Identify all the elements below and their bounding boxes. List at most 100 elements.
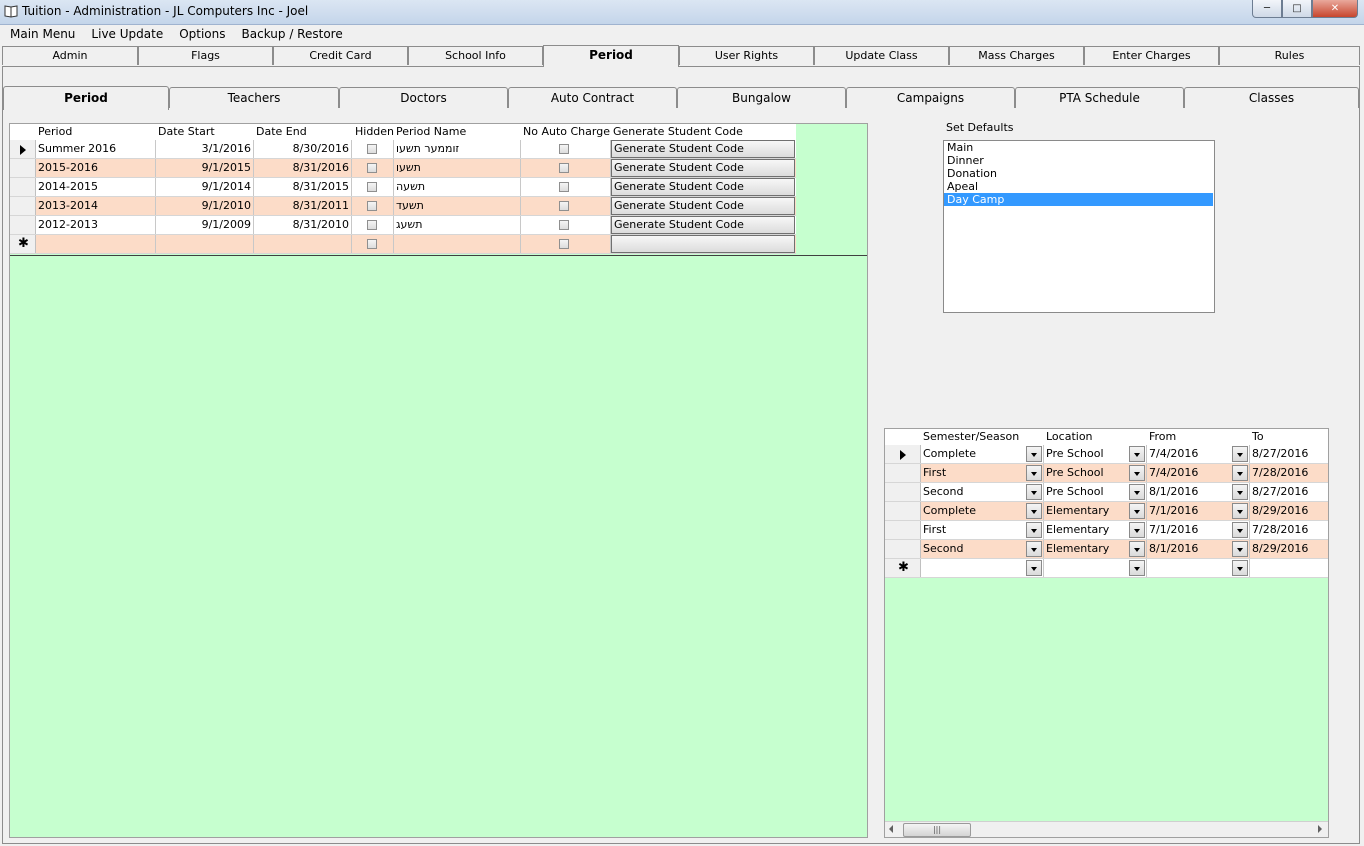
to-combo[interactable]: 8/29/2016 bbox=[1250, 502, 1328, 520]
subtab-doctors[interactable]: Doctors bbox=[339, 87, 508, 108]
hidden-checkbox[interactable] bbox=[367, 144, 377, 154]
generate-student-code-button[interactable]: Generate Student Code bbox=[611, 216, 795, 234]
semester-combo[interactable]: First bbox=[921, 464, 1044, 482]
to-combo[interactable] bbox=[1250, 559, 1328, 577]
location-combo[interactable]: Pre School bbox=[1044, 483, 1147, 501]
table-row[interactable]: Complete Elementary 7/1/2016 8/29/2016 bbox=[885, 502, 1328, 521]
semester-combo[interactable]: Second bbox=[921, 483, 1044, 501]
from-combo[interactable]: 7/4/2016 bbox=[1147, 445, 1250, 463]
chevron-down-icon[interactable] bbox=[1232, 446, 1248, 462]
row-selector[interactable] bbox=[10, 197, 36, 215]
table-row[interactable]: First Pre School 7/4/2016 7/28/2016 bbox=[885, 464, 1328, 483]
to-combo[interactable]: 7/28/2016 bbox=[1250, 464, 1328, 482]
cell-date-end[interactable]: 8/31/2015 bbox=[254, 178, 352, 196]
chevron-down-icon[interactable] bbox=[1129, 484, 1145, 500]
generate-student-code-button[interactable]: Generate Student Code bbox=[611, 159, 795, 177]
cell-date-start[interactable]: 9/1/2015 bbox=[156, 159, 254, 177]
subtab-period[interactable]: Period bbox=[3, 86, 169, 110]
cell-date-start[interactable]: 3/1/2016 bbox=[156, 140, 254, 158]
list-item[interactable]: Apeal bbox=[944, 180, 1214, 193]
scroll-thumb[interactable]: ||| bbox=[903, 823, 971, 837]
hidden-checkbox[interactable] bbox=[367, 163, 377, 173]
subtab-pta-schedule[interactable]: PTA Schedule bbox=[1015, 87, 1184, 108]
cell-date-end[interactable]: 8/30/2016 bbox=[254, 140, 352, 158]
table-row[interactable]: Complete Pre School 7/4/2016 8/27/2016 bbox=[885, 445, 1328, 464]
scroll-right-icon[interactable] bbox=[1318, 825, 1322, 833]
tab-admin[interactable]: Admin bbox=[2, 46, 138, 65]
to-combo[interactable]: 8/27/2016 bbox=[1250, 483, 1328, 501]
menu-main-menu[interactable]: Main Menu bbox=[0, 25, 82, 44]
cell-date-start[interactable]: 9/1/2009 bbox=[156, 216, 254, 234]
no-auto-charge-checkbox[interactable] bbox=[559, 220, 569, 230]
cell-period[interactable] bbox=[36, 235, 156, 253]
no-auto-charge-checkbox[interactable] bbox=[559, 201, 569, 211]
location-combo[interactable]: Pre School bbox=[1044, 445, 1147, 463]
semester-combo[interactable]: Complete bbox=[921, 445, 1044, 463]
cell-period[interactable]: 2015-2016 bbox=[36, 159, 156, 177]
chevron-down-icon[interactable] bbox=[1129, 446, 1145, 462]
semester-combo[interactable]: First bbox=[921, 521, 1044, 539]
menu-options[interactable]: Options bbox=[170, 25, 232, 44]
column-header-generate-student-code[interactable]: Generate Student Code bbox=[613, 125, 743, 138]
cell-period[interactable]: 2012-2013 bbox=[36, 216, 156, 234]
no-auto-charge-checkbox[interactable] bbox=[559, 144, 569, 154]
cell-period-name[interactable]: תשעג bbox=[394, 216, 521, 234]
semester-combo[interactable]: Complete bbox=[921, 502, 1044, 520]
from-combo[interactable]: 7/4/2016 bbox=[1147, 464, 1250, 482]
semester-combo[interactable] bbox=[921, 559, 1044, 577]
row-selector[interactable] bbox=[885, 540, 921, 558]
cell-period-name[interactable]: זוממער תשעו bbox=[394, 140, 521, 158]
cell-period[interactable]: Summer 2016 bbox=[36, 140, 156, 158]
chevron-down-icon[interactable] bbox=[1129, 541, 1145, 557]
hidden-checkbox[interactable] bbox=[367, 239, 377, 249]
list-item[interactable]: Main bbox=[944, 141, 1214, 154]
tab-flags[interactable]: Flags bbox=[138, 46, 273, 65]
subtab-auto-contract[interactable]: Auto Contract bbox=[508, 87, 677, 108]
column-header-to[interactable]: To bbox=[1252, 430, 1264, 443]
table-row[interactable]: First Elementary 7/1/2016 7/28/2016 bbox=[885, 521, 1328, 540]
list-item[interactable]: Dinner bbox=[944, 154, 1214, 167]
cell-date-start[interactable]: 9/1/2010 bbox=[156, 197, 254, 215]
to-combo[interactable]: 8/27/2016 bbox=[1250, 445, 1328, 463]
chevron-down-icon[interactable] bbox=[1026, 465, 1042, 481]
tab-school-info[interactable]: School Info bbox=[408, 46, 543, 65]
row-selector[interactable] bbox=[885, 502, 921, 520]
column-header-period-name[interactable]: Period Name bbox=[396, 125, 466, 138]
chevron-down-icon[interactable] bbox=[1129, 560, 1145, 576]
location-combo[interactable]: Elementary bbox=[1044, 521, 1147, 539]
location-combo[interactable]: Elementary bbox=[1044, 502, 1147, 520]
column-header-date-end[interactable]: Date End bbox=[256, 125, 307, 138]
set-defaults-listbox[interactable]: Main Dinner Donation Apeal Day Camp bbox=[943, 140, 1215, 313]
tab-credit-card[interactable]: Credit Card bbox=[273, 46, 408, 65]
chevron-down-icon[interactable] bbox=[1026, 484, 1042, 500]
table-row[interactable]: 2012-2013 9/1/2009 8/31/2010 תשעג Genera… bbox=[10, 216, 796, 235]
row-selector[interactable] bbox=[10, 159, 36, 177]
generate-student-code-button[interactable]: Generate Student Code bbox=[611, 140, 795, 158]
row-selector[interactable] bbox=[885, 483, 921, 501]
cell-date-start[interactable] bbox=[156, 235, 254, 253]
generate-student-code-button[interactable]: Generate Student Code bbox=[611, 197, 795, 215]
cell-period[interactable]: 2014-2015 bbox=[36, 178, 156, 196]
tab-period[interactable]: Period bbox=[543, 45, 679, 67]
cell-date-end[interactable]: 8/31/2010 bbox=[254, 216, 352, 234]
cell-date-end[interactable]: 8/31/2011 bbox=[254, 197, 352, 215]
minimize-icon[interactable]: ─ bbox=[1252, 0, 1282, 18]
row-selector[interactable] bbox=[10, 140, 36, 158]
no-auto-charge-checkbox[interactable] bbox=[559, 163, 569, 173]
subtab-bungalow[interactable]: Bungalow bbox=[677, 87, 846, 108]
row-selector[interactable] bbox=[885, 464, 921, 482]
chevron-down-icon[interactable] bbox=[1026, 541, 1042, 557]
hidden-checkbox[interactable] bbox=[367, 182, 377, 192]
table-row[interactable]: Summer 2016 3/1/2016 8/30/2016 זוממער תש… bbox=[10, 140, 796, 159]
cell-date-end[interactable] bbox=[254, 235, 352, 253]
close-icon[interactable]: ✕ bbox=[1312, 0, 1358, 18]
no-auto-charge-checkbox[interactable] bbox=[559, 239, 569, 249]
horizontal-scrollbar[interactable]: ||| bbox=[885, 821, 1328, 837]
column-header-semester[interactable]: Semester/Season bbox=[923, 430, 1019, 443]
to-combo[interactable]: 8/29/2016 bbox=[1250, 540, 1328, 558]
chevron-down-icon[interactable] bbox=[1026, 503, 1042, 519]
column-header-no-auto-charge[interactable]: No Auto Charge bbox=[523, 125, 610, 138]
table-row[interactable]: 2015-2016 9/1/2015 8/31/2016 תשעו Genera… bbox=[10, 159, 796, 178]
generate-student-code-button[interactable]: Generate Student Code bbox=[611, 178, 795, 196]
column-header-location[interactable]: Location bbox=[1046, 430, 1093, 443]
